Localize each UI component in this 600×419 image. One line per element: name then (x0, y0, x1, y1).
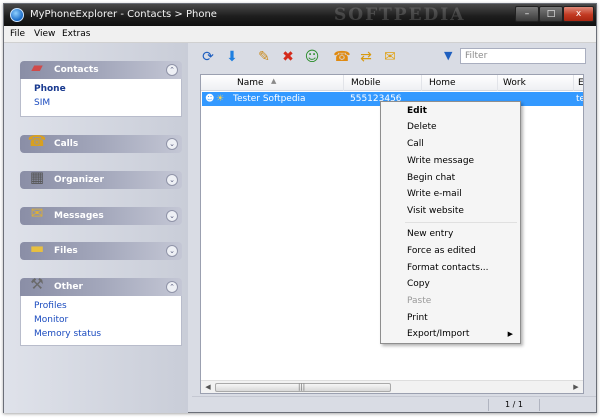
sidebar-header-files[interactable]: ▬ Files ⌄ (20, 239, 182, 260)
column-divider[interactable] (343, 75, 344, 91)
transfer-arrows-icon[interactable]: ⇄ (356, 47, 376, 67)
delete-x-icon[interactable]: ✖ (278, 47, 298, 67)
menu-item-write-message[interactable]: Write message (381, 154, 520, 169)
sidebar-header-label: Contacts (54, 65, 99, 75)
contact-person-icon: ☻ (205, 94, 215, 104)
sidebar-header-organizer[interactable]: ▦ Organizer ⌄ (20, 168, 182, 189)
tools-icon: ⚒ (30, 275, 44, 293)
download-arrow-icon[interactable]: ⬇ (222, 47, 242, 67)
list-header: Name ▲ Mobile Home Work E (201, 75, 583, 91)
sidebar-header-contacts[interactable]: ▰ Contacts ⌃ (20, 58, 182, 79)
menu-item-delete[interactable]: Delete (381, 120, 520, 135)
sidebar-item-memory-status[interactable]: Memory status (34, 327, 181, 341)
title-bar[interactable]: MyPhoneExplorer - Contacts > Phone SOFTP… (4, 4, 596, 26)
menu-item-copy[interactable]: Copy (381, 277, 520, 292)
sidebar-item-phone[interactable]: Phone (34, 82, 181, 96)
call-phone-icon[interactable]: ☎ (332, 47, 352, 67)
column-header-home[interactable]: Home (429, 78, 456, 88)
sidebar-header-label: Files (54, 246, 78, 256)
sidebar-item-monitor[interactable]: Monitor (34, 313, 181, 327)
menu-file[interactable]: File (10, 29, 25, 39)
app-window: MyPhoneExplorer - Contacts > Phone SOFTP… (3, 3, 597, 413)
menu-separator (405, 222, 517, 223)
filter-input[interactable]: Filter (460, 48, 586, 64)
menu-item-force-as-edited[interactable]: Force as edited (381, 244, 520, 259)
app-logo-icon (10, 8, 24, 22)
refresh-sync-icon[interactable]: ⟳ (198, 47, 218, 67)
envelope-icon: ✉ (30, 204, 44, 222)
expand-chevron-icon[interactable]: ⌄ (166, 174, 178, 186)
watermark: SOFTPEDIA (334, 5, 466, 25)
column-header-email[interactable]: E (578, 78, 583, 88)
menu-item-print[interactable]: Print (381, 311, 520, 326)
sidebar: ▰ Contacts ⌃ Phone SIM ☎ Calls ⌄ ▦ Organ… (4, 43, 188, 413)
close-button[interactable]: x (563, 6, 594, 22)
menu-item-label: Export/Import (407, 329, 470, 339)
column-divider[interactable] (497, 75, 498, 91)
collapse-chevron-icon[interactable]: ⌃ (166, 64, 178, 76)
menu-item-paste: Paste (407, 296, 432, 306)
sidebar-header-other[interactable]: ⚒ Other ⌃ (20, 275, 182, 296)
column-header-mobile[interactable]: Mobile (351, 78, 381, 88)
chat-bubble-icon[interactable]: ✉ (380, 47, 400, 67)
organizer-icon: ▦ (29, 168, 45, 186)
sidebar-header-label: Calls (54, 139, 79, 149)
window-title: MyPhoneExplorer - Contacts > Phone (30, 9, 217, 20)
column-header-work[interactable]: Work (503, 78, 526, 88)
column-divider[interactable] (421, 75, 422, 91)
sort-ascending-icon: ▲ (271, 77, 277, 85)
context-menu: Edit Delete Call Write message Begin cha… (380, 101, 521, 344)
sun-icon: ☀ (216, 94, 225, 104)
cell-name: Tester Softpedia (233, 94, 306, 104)
menu-item-format-contacts[interactable]: Format contacts... (381, 261, 520, 276)
menu-item-begin-chat[interactable]: Begin chat (381, 171, 520, 186)
menu-extras[interactable]: Extras (62, 29, 90, 39)
sidebar-header-calls[interactable]: ☎ Calls ⌄ (20, 132, 182, 153)
expand-chevron-icon[interactable]: ⌄ (166, 245, 178, 257)
minimize-button[interactable]: – (515, 6, 539, 22)
menu-item-call[interactable]: Call (381, 137, 520, 152)
menu-item-visit-website[interactable]: Visit website (381, 204, 520, 219)
contacts-panel-body: Phone SIM (20, 79, 182, 117)
menu-bar: File View Extras (4, 26, 596, 43)
maximize-button[interactable]: □ (539, 6, 563, 22)
grip-icon: ||| (298, 383, 306, 391)
add-contact-icon[interactable]: ☺ (302, 47, 322, 67)
sidebar-header-label: Organizer (54, 175, 104, 185)
submenu-arrow-icon: ▶ (507, 330, 513, 338)
edit-pencil-icon[interactable]: ✎ (254, 47, 274, 67)
sidebar-header-label: Other (54, 282, 83, 292)
collapse-chevron-icon[interactable]: ⌃ (166, 281, 178, 293)
menu-item-export-import[interactable]: Export/Import ▶ (381, 327, 520, 342)
toolbar: ⟳ ⬇ ✎ ✖ ☺ ☎ ⇄ ✉ ▼ Filter (192, 44, 594, 70)
scroll-left-arrow-icon[interactable]: ◀ (202, 382, 214, 393)
column-header-name[interactable]: Name (237, 78, 264, 88)
menu-view[interactable]: View (34, 29, 55, 39)
sidebar-header-label: Messages (54, 211, 104, 221)
menu-item-write-email[interactable]: Write e-mail (381, 187, 520, 202)
contacts-book-icon: ▰ (31, 58, 43, 76)
scroll-thumb[interactable]: ||| (215, 383, 391, 392)
scroll-right-arrow-icon[interactable]: ▶ (570, 382, 582, 393)
sidebar-item-sim[interactable]: SIM (34, 96, 181, 110)
phone-handset-icon: ☎ (27, 132, 47, 150)
menu-item-new-entry[interactable]: New entry (381, 227, 520, 242)
expand-chevron-icon[interactable]: ⌄ (166, 138, 178, 150)
other-panel-body: Profiles Monitor Memory status (20, 296, 182, 346)
horizontal-scrollbar[interactable]: ◀ ||| ▶ (201, 380, 583, 393)
column-divider[interactable] (573, 75, 574, 91)
menu-item-edit[interactable]: Edit (381, 104, 520, 119)
cell-email: te (576, 94, 583, 104)
funnel-icon: ▼ (444, 49, 453, 62)
sidebar-header-messages[interactable]: ✉ Messages ⌄ (20, 204, 182, 225)
sidebar-item-profiles[interactable]: Profiles (34, 299, 181, 313)
expand-chevron-icon[interactable]: ⌄ (166, 210, 178, 222)
page-counter: 1 / 1 (488, 399, 540, 411)
folder-icon: ▬ (29, 239, 45, 257)
status-bar: 1 / 1 (192, 396, 596, 412)
